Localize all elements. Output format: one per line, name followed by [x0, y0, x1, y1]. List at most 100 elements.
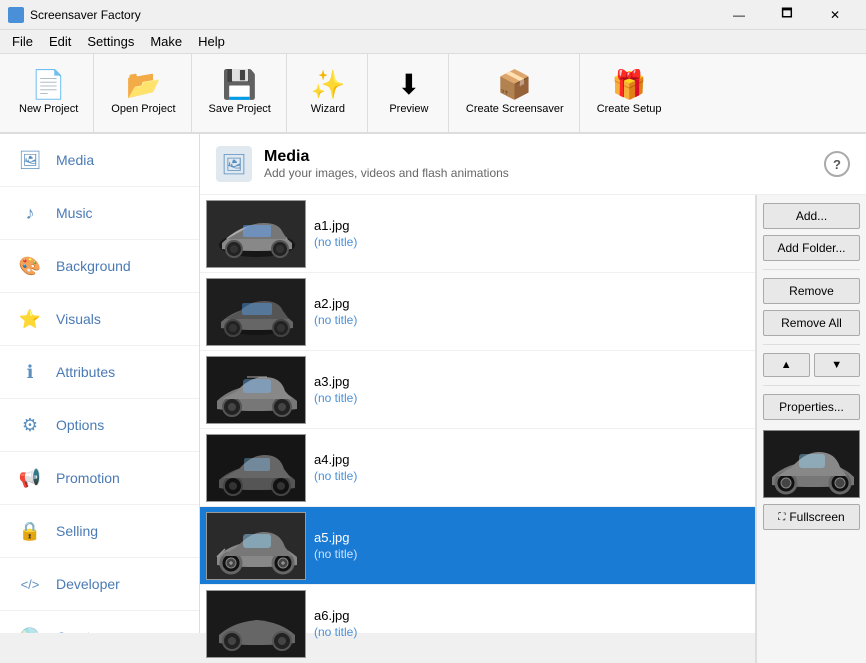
properties-button[interactable]: Properties... [763, 394, 860, 420]
new-project-button[interactable]: 📄 New Project [8, 58, 89, 128]
save-project-icon: 💾 [222, 71, 257, 99]
sidebar-label-background: Background [56, 258, 131, 274]
visuals-icon: ⭐ [16, 305, 44, 333]
toolbar-group-new: 📄 New Project [4, 54, 94, 132]
table-row[interactable]: a1.jpg (no title) [200, 195, 755, 273]
file-subtitle: (no title) [314, 391, 357, 405]
toolbar-group-create-setup: 🎁 Create Setup [582, 54, 677, 132]
menu-help[interactable]: Help [190, 32, 233, 51]
open-project-icon: 📂 [126, 71, 161, 99]
table-row[interactable]: a2.jpg (no title) [200, 273, 755, 351]
main-header: 🖼 Media Add your images, videos and flas… [200, 134, 866, 195]
right-panel: Add... Add Folder... Remove Remove All ▲… [756, 195, 866, 663]
menu-settings[interactable]: Settings [79, 32, 142, 51]
help-button[interactable]: ? [824, 151, 850, 177]
maximize-button[interactable]: 🗖 [764, 0, 810, 30]
divider [763, 269, 860, 270]
window-title: Screensaver Factory [30, 8, 141, 22]
file-subtitle: (no title) [314, 313, 357, 327]
music-icon: ♪ [16, 199, 44, 227]
preview-button[interactable]: ⬇ Preview [374, 58, 444, 128]
file-thumbnail [206, 590, 306, 658]
table-row[interactable]: a6.jpg (no title) [200, 585, 755, 663]
sidebar-item-developer[interactable]: </> Developer [0, 558, 199, 611]
file-name: a3.jpg [314, 374, 357, 389]
menu-edit[interactable]: Edit [41, 32, 79, 51]
file-list[interactable]: a1.jpg (no title) [200, 195, 756, 663]
file-subtitle: (no title) [314, 469, 357, 483]
main-panel: 🖼 Media Add your images, videos and flas… [200, 134, 866, 633]
file-info: a1.jpg (no title) [314, 218, 357, 249]
sidebar-label-media: Media [56, 152, 94, 168]
main-body: a1.jpg (no title) [200, 195, 866, 663]
divider [763, 344, 860, 345]
media-icon: 🖼 [16, 146, 44, 174]
sidebar-label-visuals: Visuals [56, 311, 101, 327]
create-screensaver-icon: 📦 [497, 71, 532, 99]
sidebar-item-promotion[interactable]: 📢 Promotion [0, 452, 199, 505]
save-project-button[interactable]: 💾 Save Project [198, 58, 282, 128]
file-info: a4.jpg (no title) [314, 452, 357, 483]
sidebar-item-visuals[interactable]: ⭐ Visuals [0, 293, 199, 346]
file-thumbnail [206, 356, 306, 424]
file-subtitle: (no title) [314, 625, 357, 639]
create-setup-button[interactable]: 🎁 Create Setup [586, 58, 673, 128]
menu-bar: File Edit Settings Make Help [0, 30, 866, 54]
divider [763, 385, 860, 386]
file-name: a6.jpg [314, 608, 357, 623]
sidebar-label-selling: Selling [56, 523, 98, 539]
add-button[interactable]: Add... [763, 203, 860, 229]
file-thumbnail [206, 512, 306, 580]
new-project-label: New Project [19, 103, 78, 115]
options-icon: ⚙ [16, 411, 44, 439]
toolbar: 📄 New Project 📂 Open Project 💾 Save Proj… [0, 54, 866, 134]
preview-thumbnail [763, 430, 860, 498]
remove-button[interactable]: Remove [763, 278, 860, 304]
create-screensaver-button[interactable]: 📦 Create Screensaver [455, 58, 575, 128]
sidebar-item-music[interactable]: ♪ Music [0, 187, 199, 240]
close-button[interactable]: ✕ [812, 0, 858, 30]
sidebar: 🖼 Media ♪ Music 🎨 Background ⭐ Visuals ℹ… [0, 134, 200, 633]
sidebar-item-attributes[interactable]: ℹ Attributes [0, 346, 199, 399]
content-area: 🖼 Media ♪ Music 🎨 Background ⭐ Visuals ℹ… [0, 134, 866, 633]
move-down-button[interactable]: ▼ [814, 353, 861, 377]
sidebar-item-media[interactable]: 🖼 Media [0, 134, 199, 187]
sidebar-label-promotion: Promotion [56, 470, 120, 486]
menu-file[interactable]: File [4, 32, 41, 51]
wizard-label: Wizard [311, 103, 345, 115]
file-info: a2.jpg (no title) [314, 296, 357, 327]
sidebar-item-selling[interactable]: 🔒 Selling [0, 505, 199, 558]
table-row[interactable]: a4.jpg (no title) [200, 429, 755, 507]
file-thumbnail [206, 434, 306, 502]
menu-make[interactable]: Make [142, 32, 190, 51]
minimize-button[interactable]: — [716, 0, 762, 30]
remove-all-button[interactable]: Remove All [763, 310, 860, 336]
file-subtitle: (no title) [314, 235, 357, 249]
wizard-button[interactable]: ✨ Wizard [293, 58, 363, 128]
main-header-icon: 🖼 [216, 146, 252, 182]
sidebar-item-options[interactable]: ⚙ Options [0, 399, 199, 452]
toolbar-group-wizard: ✨ Wizard [289, 54, 368, 132]
title-bar-controls: — 🗖 ✕ [716, 0, 858, 30]
selling-icon: 🔒 [16, 517, 44, 545]
table-row[interactable]: a5.jpg (no title) [200, 507, 755, 585]
toolbar-group-create-ss: 📦 Create Screensaver [451, 54, 580, 132]
open-project-button[interactable]: 📂 Open Project [100, 58, 186, 128]
sidebar-item-create[interactable]: 💿 Create [0, 611, 199, 633]
file-subtitle: (no title) [314, 547, 357, 561]
preview-label: Preview [389, 103, 428, 115]
fullscreen-icon: ⛶ [778, 512, 785, 523]
move-up-button[interactable]: ▲ [763, 353, 810, 377]
add-folder-button[interactable]: Add Folder... [763, 235, 860, 261]
attributes-icon: ℹ [16, 358, 44, 386]
file-info: a3.jpg (no title) [314, 374, 357, 405]
developer-icon: </> [16, 570, 44, 598]
create-setup-label: Create Setup [597, 103, 662, 115]
table-row[interactable]: a3.jpg (no title) [200, 351, 755, 429]
move-buttons: ▲ ▼ [763, 353, 860, 377]
sidebar-label-music: Music [56, 205, 93, 221]
create-icon: 💿 [16, 623, 44, 633]
fullscreen-button[interactable]: ⛶ Fullscreen [763, 504, 860, 530]
open-project-label: Open Project [111, 103, 175, 115]
sidebar-item-background[interactable]: 🎨 Background [0, 240, 199, 293]
